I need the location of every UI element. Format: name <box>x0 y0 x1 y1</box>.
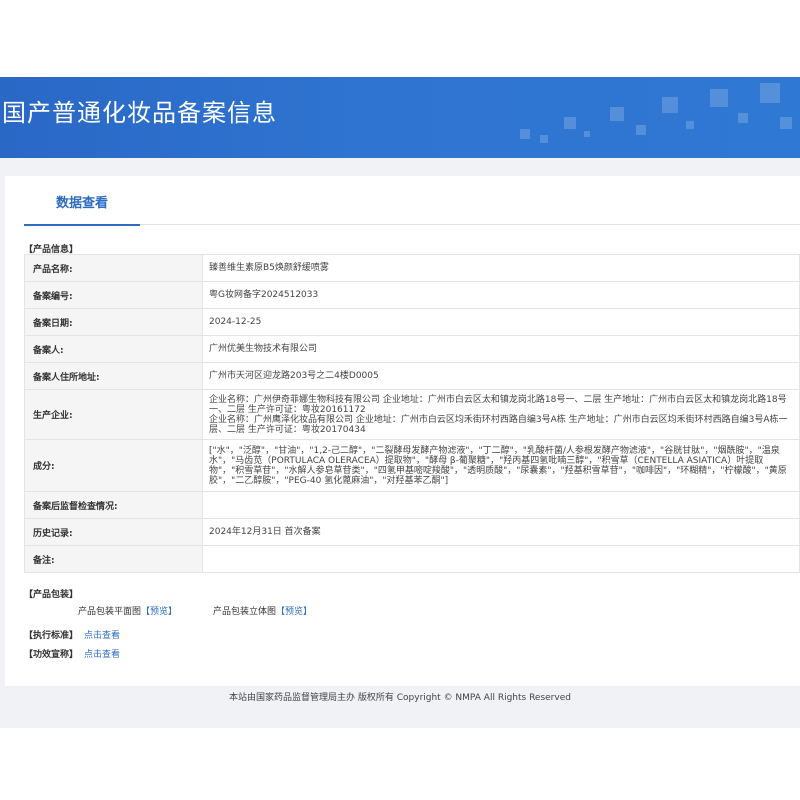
efficacy-heading: 【功效宣称】 <box>24 650 79 660</box>
table-row: 产品名称: 臻善维生素原B5焕颜舒缓喷雾 <box>24 254 800 282</box>
page-header: 国产普通化妆品备案信息 <box>0 77 800 158</box>
packaging-heading: 【产品包装】 <box>24 590 79 600</box>
package-stereo-label: 产品包装立体图 <box>213 607 277 617</box>
product-name-value: 臻善维生素原B5焕颜舒缓喷雾 <box>202 254 800 282</box>
bracket-open: 【 <box>141 607 151 617</box>
row-label: 备案编号: <box>24 281 203 309</box>
table-row: 备案后监督检查情况: <box>24 491 800 519</box>
table-row: 备案日期: 2024-12-25 <box>24 308 800 336</box>
product-info-table: 产品名称: 臻善维生素原B5焕颜舒缓喷雾 备案编号: 粤G妆网备字2024512… <box>24 254 800 573</box>
table-row: 历史记录: 2024年12月31日 首次备案 <box>24 518 800 546</box>
filing-date-value: 2024-12-25 <box>202 308 800 336</box>
package-flat-preview-link[interactable]: 预览 <box>150 607 168 617</box>
row-label: 备案日期: <box>24 308 203 336</box>
tab-data-view[interactable]: 数据查看 <box>24 184 140 226</box>
row-label: 产品名称: <box>24 254 203 282</box>
package-stereo-item: 产品包装立体图【预览】 <box>213 604 312 617</box>
tab-bar: 数据查看 <box>24 184 800 226</box>
table-row: 备案人: 广州优美生物技术有限公司 <box>24 335 800 363</box>
standard-heading: 【执行标准】 <box>24 631 79 641</box>
row-label: 备案人住所地址: <box>24 362 203 390</box>
row-label: 备注: <box>24 545 203 573</box>
package-flat-item: 产品包装平面图【预览】 <box>78 604 177 617</box>
package-flat-label: 产品包装平面图 <box>78 607 142 617</box>
filing-number-value: 粤G妆网备字2024512033 <box>202 281 800 309</box>
header-decoration <box>520 83 792 143</box>
row-label: 历史记录: <box>24 518 203 546</box>
table-row: 生产企业: 企业名称：广州伊奇菲娜生物科技有限公司 企业地址：广州市白云区太和镇… <box>24 389 800 440</box>
manufacturer-value: 企业名称：广州伊奇菲娜生物科技有限公司 企业地址：广州市白云区太和镇龙岗北路18… <box>202 389 800 440</box>
row-label: 备案后监督检查情况: <box>24 491 203 519</box>
table-row: 备注: <box>24 545 800 573</box>
row-label: 备案人: <box>24 335 203 363</box>
bracket-open: 【 <box>276 607 286 617</box>
remarks-value <box>202 545 800 573</box>
efficacy-view-link[interactable]: 点击查看 <box>84 647 120 660</box>
filer-address-value: 广州市天河区迎龙路203号之二4楼D0005 <box>202 362 800 390</box>
inspection-value <box>202 491 800 519</box>
bracket-close: 】 <box>303 607 313 617</box>
table-row: 备案编号: 粤G妆网备字2024512033 <box>24 281 800 309</box>
row-label: 成分: <box>24 439 203 492</box>
standard-view-link[interactable]: 点击查看 <box>84 628 120 641</box>
ingredients-value: ["水"，"泛醇"，"甘油"，"1,2-己二醇"，"二裂酵母发酵产物滤液"，"丁… <box>202 439 800 492</box>
footer-copyright: 本站由国家药品监督管理局主办 版权所有 Copyright © NMPA All… <box>229 693 571 703</box>
top-blank <box>0 0 800 77</box>
table-row: 成分: ["水"，"泛醇"，"甘油"，"1,2-己二醇"，"二裂酵母发酵产物滤液… <box>24 439 800 492</box>
filer-value: 广州优美生物技术有限公司 <box>202 335 800 363</box>
bracket-close: 】 <box>168 607 178 617</box>
row-label: 生产企业: <box>24 389 203 440</box>
package-stereo-preview-link[interactable]: 预览 <box>285 607 303 617</box>
page-title: 国产普通化妆品备案信息 <box>2 99 277 127</box>
history-value: 2024年12月31日 首次备案 <box>202 518 800 546</box>
table-row: 备案人住所地址: 广州市天河区迎龙路203号之二4楼D0005 <box>24 362 800 390</box>
